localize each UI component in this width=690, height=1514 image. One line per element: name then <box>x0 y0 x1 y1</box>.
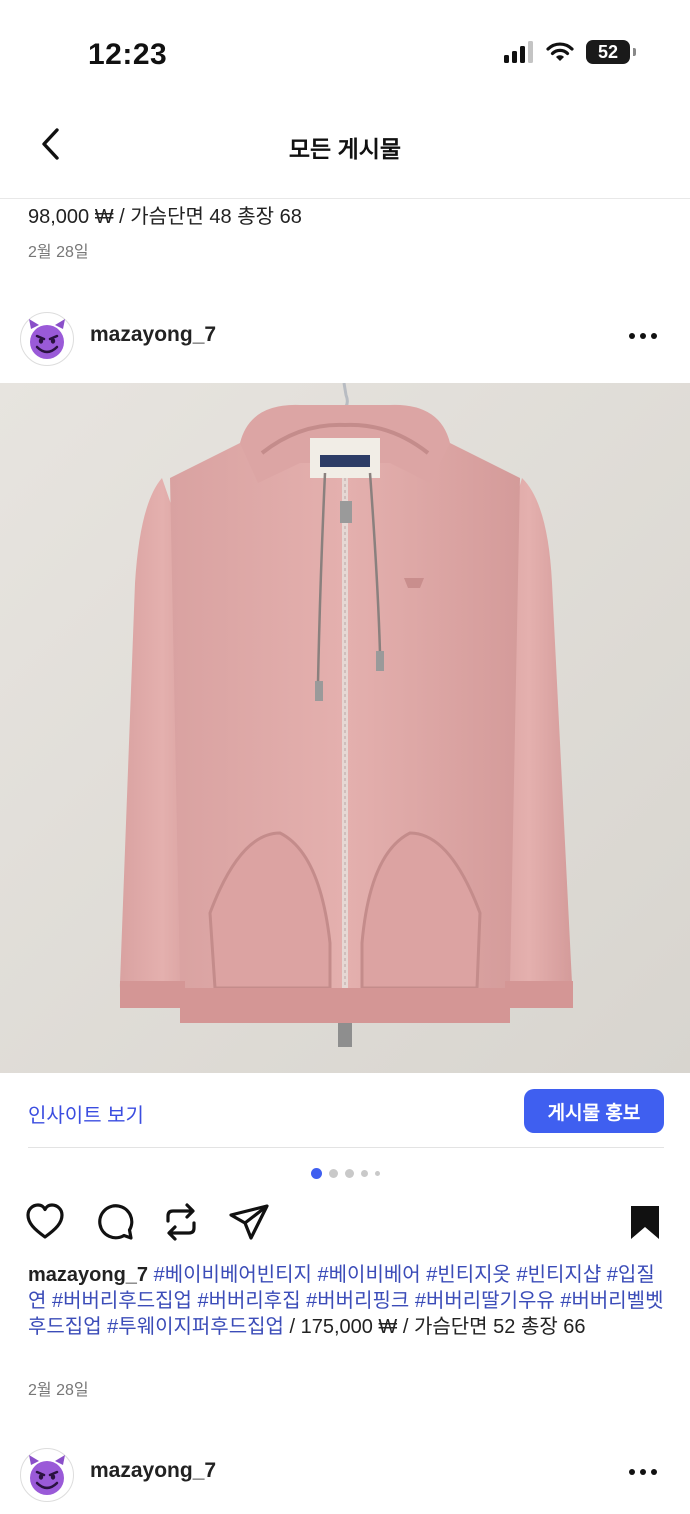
more-options-button[interactable] <box>628 328 668 348</box>
post-header: mazayong_7 <box>0 298 690 378</box>
promote-post-button[interactable]: 게시물 홍보 <box>524 1089 664 1133</box>
more-options-button[interactable] <box>628 1464 668 1484</box>
post-action-bar <box>0 1195 690 1250</box>
carousel-dot-active <box>310 1168 322 1179</box>
hashtag[interactable]: #버버리핑크 <box>306 1290 409 1312</box>
hashtag[interactable]: #투웨이지퍼후드집업 <box>107 1316 284 1338</box>
hashtag[interactable]: #베이비베어빈티지 <box>154 1264 312 1286</box>
hashtag[interactable]: #버버리후집 <box>197 1290 300 1312</box>
divider <box>28 1147 664 1148</box>
hashtag[interactable]: #빈티지옷 <box>426 1264 511 1286</box>
avatar[interactable] <box>20 312 74 366</box>
view-insights-link[interactable]: 인사이트 보기 <box>28 1099 144 1128</box>
more-horizontal-icon <box>629 333 657 339</box>
avatar[interactable] <box>20 1448 74 1502</box>
smiling-devil-icon <box>29 319 65 359</box>
battery-icon: 52 <box>586 40 636 64</box>
carousel-dot <box>328 1169 338 1178</box>
post-photo[interactable] <box>0 383 690 1073</box>
hashtag[interactable]: #버버리후드집업 <box>52 1290 192 1312</box>
previous-post-date: 2월 28일 <box>28 244 89 261</box>
post-date: 2월 28일 <box>28 1382 89 1399</box>
status-time: 12:23 <box>88 38 168 71</box>
heart-icon <box>26 1203 64 1239</box>
hashtag[interactable]: #베이비베어 <box>318 1264 421 1286</box>
post-username[interactable]: mazayong_7 <box>90 323 216 347</box>
more-horizontal-icon <box>629 1469 657 1475</box>
wifi-icon <box>546 42 574 61</box>
like-button[interactable] <box>24 1201 66 1243</box>
navigation-bar: 모든 게시물 <box>0 110 690 199</box>
bookmark-filled-icon <box>631 1206 659 1239</box>
next-post-username[interactable]: mazayong_7 <box>90 1459 216 1483</box>
carousel-indicator <box>0 1168 690 1179</box>
repost-icon <box>166 1203 196 1241</box>
next-post-header: mazayong_7 <box>0 1434 690 1514</box>
previous-post-caption: 98,000 ₩ / 가슴단면 48 총장 68 <box>28 206 302 228</box>
smiling-devil-icon <box>29 1455 65 1495</box>
cellular-signal-icon <box>504 41 533 63</box>
carousel-dot <box>360 1170 368 1177</box>
share-button[interactable] <box>228 1201 270 1243</box>
caption-text: / 175,000 ₩ / 가슴단면 52 총장 66 <box>289 1316 586 1338</box>
status-bar: 12:23 52 <box>0 0 690 110</box>
comment-icon <box>98 1204 134 1240</box>
post-caption: mazayong_7 #베이비베어빈티지 #베이비베어 #빈티지옷 #빈티지샵 … <box>28 1262 668 1340</box>
hoodie-photo <box>0 383 690 1073</box>
save-button[interactable] <box>624 1201 666 1243</box>
hashtag[interactable]: #버버리딸기우유 <box>415 1290 555 1312</box>
carousel-dot <box>374 1171 380 1176</box>
hashtag[interactable]: #빈티지샵 <box>517 1264 602 1286</box>
status-icons: 52 <box>504 40 636 64</box>
comment-button[interactable] <box>94 1201 136 1243</box>
insights-row: 인사이트 보기 게시물 홍보 <box>0 1073 690 1149</box>
page-title: 모든 게시물 <box>288 136 402 162</box>
caption-username[interactable]: mazayong_7 <box>28 1264 148 1286</box>
send-icon <box>229 1204 269 1240</box>
carousel-dot <box>344 1169 354 1178</box>
repost-button[interactable] <box>160 1201 202 1243</box>
